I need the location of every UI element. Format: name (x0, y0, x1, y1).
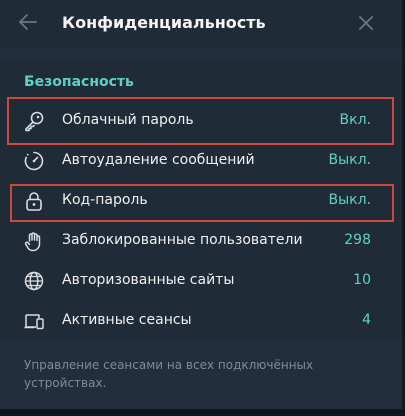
row-blocked-users[interactable]: Заблокированные пользователи 298 (0, 221, 402, 261)
row-value: Выкл. (328, 192, 371, 208)
timer-icon (22, 149, 46, 173)
row-passcode[interactable]: Код-пароль Выкл. (0, 181, 402, 221)
row-label: Облачный пароль (62, 112, 194, 128)
close-button[interactable] (352, 10, 380, 38)
row-auto-delete[interactable]: Автоудаление сообщений Выкл. (0, 141, 402, 181)
hand-icon (22, 229, 46, 253)
footer-text: Управление сеансами на всех подключённых… (24, 358, 314, 390)
globe-icon (22, 269, 46, 293)
row-value: 4 (362, 312, 371, 328)
arrow-left-icon (19, 14, 37, 34)
window-edge-bottom (0, 409, 405, 416)
row-value: 298 (344, 232, 371, 248)
close-icon (359, 15, 373, 34)
row-label: Код-пароль (62, 192, 148, 208)
row-cloud-password[interactable]: Облачный пароль Вкл. (0, 101, 402, 141)
row-value: 10 (353, 272, 371, 288)
row-authorized-sites[interactable]: Авторизованные сайты 10 (0, 261, 402, 301)
row-label: Активные сеансы (62, 312, 192, 328)
back-button[interactable] (14, 10, 42, 38)
section-title-security: Безопасность (24, 74, 134, 90)
key-icon (22, 109, 46, 133)
row-active-sessions[interactable]: Активные сеансы 4 (0, 301, 402, 341)
panel-header: Конфиденциальность (0, 0, 402, 48)
row-label: Авторизованные сайты (62, 272, 235, 288)
footer-note: Управление сеансами на всех подключённых… (0, 340, 402, 409)
row-label: Автоудаление сообщений (62, 152, 255, 168)
row-value: Выкл. (328, 152, 371, 168)
row-label: Заблокированные пользователи (62, 232, 303, 248)
devices-icon (22, 309, 46, 333)
row-value: Вкл. (339, 112, 371, 128)
lock-icon (22, 189, 46, 213)
page-title: Конфиденциальность (62, 13, 266, 32)
settings-panel: Конфиденциальность Безопасность Облачный… (0, 0, 402, 409)
header-divider (0, 48, 402, 60)
privacy-settings-window: Конфиденциальность Безопасность Облачный… (0, 0, 405, 416)
